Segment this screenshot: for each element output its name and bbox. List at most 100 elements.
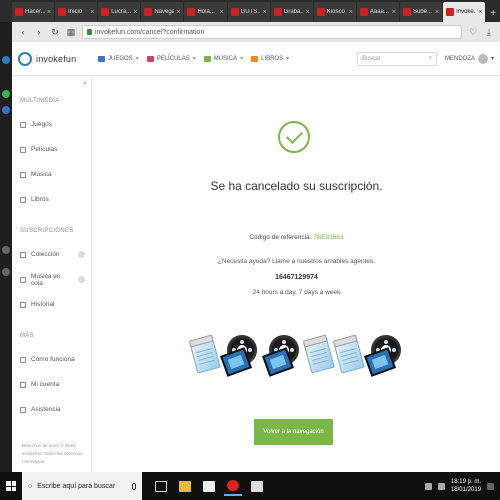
tab-favicon-icon: [230, 8, 239, 16]
tab-favicon-icon: [402, 8, 411, 16]
close-icon[interactable]: ×: [263, 9, 267, 16]
task-view-icon[interactable]: [152, 476, 170, 496]
speed-dial-icon[interactable]: [2, 56, 10, 64]
clock[interactable]: 18:19 p. m. 18/01/2019: [451, 478, 481, 494]
close-icon[interactable]: ×: [349, 9, 353, 16]
opera-taskbar-icon[interactable]: [224, 476, 242, 496]
search-placeholder: Buscar: [361, 55, 381, 62]
back-to-browsing-button[interactable]: Volver a la navegación: [254, 419, 333, 445]
browser-tab[interactable]: Inicio ×: [55, 2, 98, 22]
clock-icon[interactable]: [2, 268, 10, 276]
collapse-icon[interactable]: «: [83, 80, 87, 87]
close-icon[interactable]: ×: [306, 9, 310, 16]
sidebar-item[interactable]: Películas: [20, 137, 91, 162]
bookmark-icon[interactable]: ♡: [468, 27, 478, 38]
nav-category[interactable]: PELÍCULAS ▾: [146, 55, 196, 62]
close-icon[interactable]: ×: [478, 9, 482, 16]
network-icon[interactable]: [424, 482, 432, 490]
tab-favicon-icon: [187, 8, 196, 16]
browser-tab[interactable]: Sube... ×: [399, 2, 443, 22]
sidebar-item[interactable]: Colección: [20, 242, 91, 267]
category-icon: [203, 55, 211, 62]
reference-code: 7BE01663: [313, 234, 344, 241]
messenger-icon[interactable]: [2, 106, 10, 114]
sidebar-item[interactable]: Asistencia: [20, 397, 91, 422]
url-field[interactable]: invokefun.com/cancel?confirmation: [82, 25, 462, 39]
browser-tab[interactable]: Lucra... ×: [98, 2, 141, 22]
chevron-down-icon: ▾: [135, 56, 139, 62]
notifications-icon[interactable]: [487, 482, 494, 490]
tab-title: Graba...: [283, 9, 304, 15]
chevron-down-icon: ▾: [192, 56, 196, 62]
support-hours: 24 hours a day, 7 days a week: [252, 289, 341, 296]
sidebar-item[interactable]: Historial: [20, 292, 91, 317]
mail-icon[interactable]: [248, 476, 266, 496]
browser-tab[interactable]: GUTS... ×: [227, 2, 270, 22]
notepad-icon: [303, 336, 335, 374]
media-player-icon: [220, 335, 259, 377]
close-icon[interactable]: ×: [176, 9, 180, 16]
store-icon[interactable]: [200, 476, 218, 496]
chevron-down-icon: ▾: [490, 56, 494, 62]
close-icon[interactable]: ×: [133, 9, 137, 16]
forward-icon[interactable]: ›: [34, 27, 44, 37]
sidebar-item-icon: [20, 146, 26, 153]
category-icon: [251, 55, 259, 62]
sidebar-item[interactable]: Música en cola: [20, 267, 91, 292]
close-icon[interactable]: ×: [435, 9, 439, 16]
sidebar-item[interactable]: Música: [20, 162, 91, 187]
avatar: [477, 53, 488, 64]
sidebar-item-icon: [20, 356, 26, 363]
tab-favicon-icon: [316, 8, 325, 16]
sidebar-item[interactable]: Juegos: [20, 112, 91, 137]
new-tab-icon[interactable]: +: [486, 8, 500, 22]
reference-label: Código de referencia:: [249, 234, 312, 241]
search-input[interactable]: Buscar ⌕: [356, 51, 437, 66]
history-icon[interactable]: [2, 246, 10, 254]
sidebar-item-label: Colección: [31, 251, 60, 258]
close-icon[interactable]: ×: [392, 9, 396, 16]
file-explorer-icon[interactable]: [176, 476, 194, 496]
sidebar-item[interactable]: Mi cuenta: [20, 372, 91, 397]
taskbar-search-input[interactable]: ○ Escribe aquí para buscar: [22, 472, 142, 500]
browser-tab[interactable]: Navega...×: [141, 2, 184, 22]
tab-title: Navega...: [154, 9, 175, 15]
browser-tab[interactable]: Aaaa... ×: [356, 2, 399, 22]
tab-title: Aaaa...: [369, 9, 389, 15]
close-icon[interactable]: ×: [90, 9, 94, 16]
close-icon[interactable]: ×: [47, 9, 51, 16]
microphone-icon[interactable]: [132, 482, 136, 490]
site-logo[interactable]: invokefun: [12, 51, 92, 66]
notepad-icon: [333, 336, 365, 374]
system-tray: 18:19 p. m. 18/01/2019: [424, 478, 500, 494]
download-icon[interactable]: ⤓: [484, 27, 494, 38]
browser-sidebar: [0, 0, 12, 472]
start-button[interactable]: [0, 472, 22, 500]
sidebar-item[interactable]: Cómo funciona: [20, 347, 91, 372]
browser-tab[interactable]: Graba... ×: [270, 2, 313, 22]
nav-category[interactable]: MÚSICA ▾: [203, 55, 243, 62]
media-icons-row: [189, 331, 403, 379]
confirmation-panel: Se ha cancelado su suscripción. Código d…: [93, 76, 500, 472]
close-icon[interactable]: ×: [219, 9, 223, 16]
reference-line: Código de referencia: 7BE01663: [93, 234, 500, 241]
address-bar: ‹ › ↻ ▦ invokefun.com/cancel?confirmatio…: [12, 22, 500, 42]
browser-tab[interactable]: Kiosco ×: [313, 2, 356, 22]
grid-icon[interactable]: ▦: [66, 27, 76, 38]
tab-favicon-icon: [446, 8, 455, 16]
browser-tab[interactable]: Hola... ×: [184, 2, 227, 22]
logo-text: invokefun: [36, 53, 77, 64]
reload-icon[interactable]: ↻: [50, 27, 60, 38]
whatsapp-icon[interactable]: [2, 90, 10, 98]
nav-category[interactable]: JUEGOS ▾: [98, 55, 139, 62]
browser-tab[interactable]: Hacer... ×: [12, 2, 55, 22]
site-sidebar: « MULTIMEDIA Juegos Películas Música Libros…: [12, 76, 92, 472]
user-menu[interactable]: MENDOZA ▾: [445, 53, 494, 64]
browser-tab[interactable]: Invoke...×: [443, 2, 486, 22]
nav-category[interactable]: LIBROS ▾: [251, 55, 289, 62]
badge-icon: [78, 251, 85, 258]
sidebar-item[interactable]: Libros: [20, 187, 91, 212]
back-icon[interactable]: ‹: [18, 27, 28, 37]
volume-icon[interactable]: [437, 482, 445, 490]
search-icon[interactable]: ⌕: [429, 55, 432, 62]
